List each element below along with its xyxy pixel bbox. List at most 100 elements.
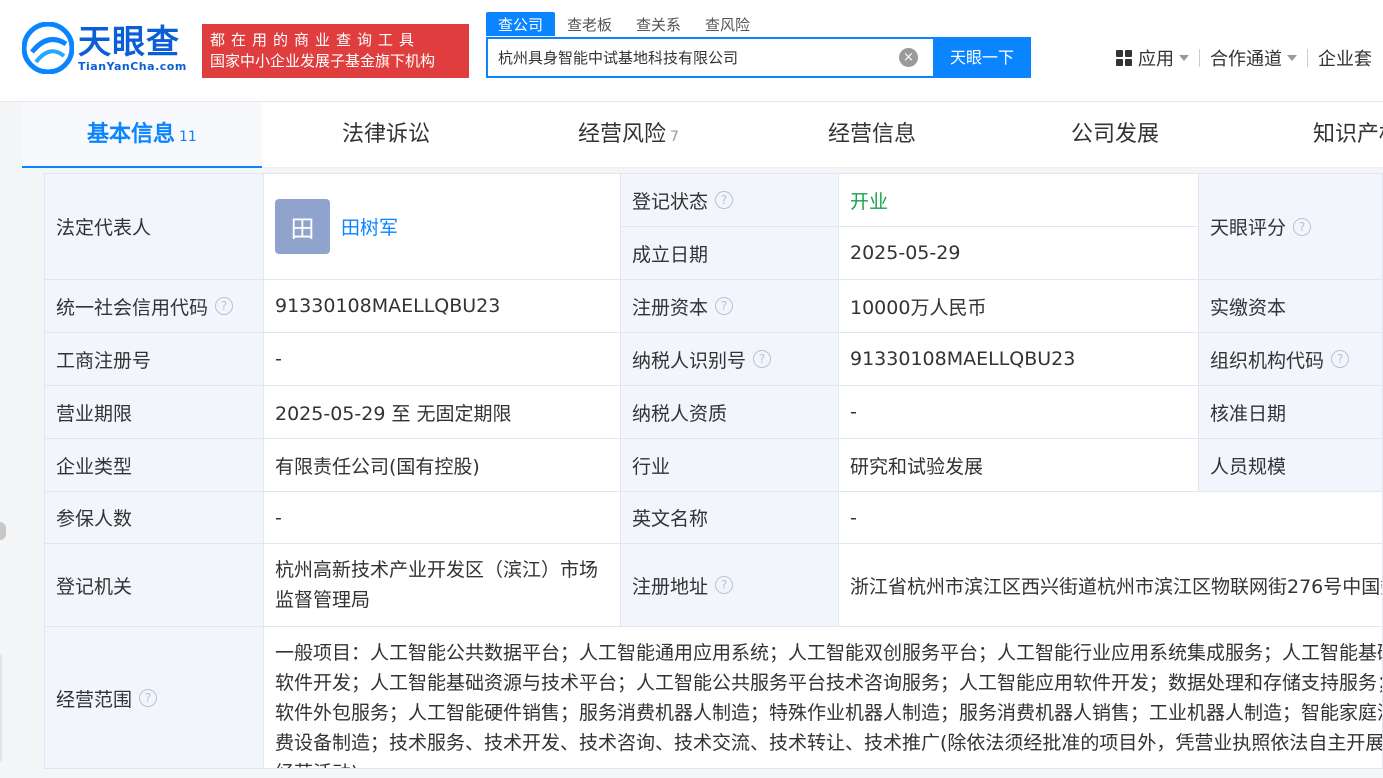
credit-code-value-text: 91330108MAELLQBU23 [275, 295, 501, 317]
taxpayer-qual-value-text: - [850, 401, 857, 423]
help-icon[interactable]: ? [139, 689, 158, 707]
tab-ip[interactable]: 知识产权 [1313, 102, 1383, 168]
reg-address-value: 浙江省杭州市滨江区西兴街道杭州市滨江区物联网街276号中国数 [839, 544, 1383, 627]
slogan-banner: 都在用的商业查询工具 国家中小企业发展子基金旗下机构 [202, 24, 469, 78]
side-scroll-handle[interactable] [0, 522, 6, 540]
org-code-label-text: 组织机构代码 [1210, 349, 1325, 372]
biz-reg-no-value-text: - [275, 348, 282, 370]
scope-label-text: 经营范围 [56, 688, 133, 711]
insured-label-text: 参保人数 [56, 508, 133, 530]
english-name-value-text: - [850, 506, 857, 529]
term-label-text: 营业期限 [56, 402, 133, 425]
tab-operation[interactable]: 经营信息 [828, 102, 916, 168]
nav-enterprise-label: 企业套 [1318, 49, 1372, 70]
top-header: 天眼查 TianYanCha.com 都在用的商业查询工具 国家中小企业发展子基… [0, 0, 1383, 102]
nav-cooperation[interactable]: 合作通道 [1210, 45, 1297, 71]
taxpayer-qual-label: 纳税人资质 [621, 386, 839, 439]
tab-risk[interactable]: 经营风险 7 [578, 102, 679, 168]
insured-value-text: - [275, 506, 282, 529]
founded-value: 2025-05-29 [839, 227, 1199, 280]
scope-value: 一般项目：人工智能公共数据平台；人工智能通用应用系统；人工智能双创服务平台；人工… [264, 627, 1383, 768]
nav-enterprise[interactable]: 企业套 [1318, 45, 1372, 71]
reg-capital-value-text: 10000万人民币 [850, 296, 987, 319]
help-icon[interactable]: ? [715, 191, 734, 209]
industry-label-text: 行业 [632, 455, 671, 478]
apps-grid-icon [1116, 50, 1132, 66]
tab-label: 经营风险 [578, 122, 667, 147]
chevron-down-icon [1287, 55, 1297, 61]
search-box: × [486, 37, 934, 78]
tab-development[interactable]: 公司发展 [1071, 102, 1159, 168]
tab-count: 11 [179, 129, 197, 145]
tab-label: 公司发展 [1071, 122, 1160, 147]
logo-chinese-text: 天眼查 [78, 21, 180, 61]
taxpayer-qual-value: - [839, 386, 1199, 439]
chevron-down-icon [1179, 55, 1189, 61]
reg-capital-label-text: 注册资本 [632, 296, 709, 319]
company-type-value-text: 有限责任公司(国有控股) [275, 455, 480, 478]
reg-authority-value-text: 杭州高新技术产业开发区（滨江）市场监督管理局 [275, 559, 599, 611]
help-icon[interactable]: ? [215, 297, 234, 315]
slogan-line-1: 都在用的商业查询工具 [210, 31, 421, 49]
founded-value-text: 2025-05-29 [850, 242, 961, 264]
staff-size-label: 人员规模 [1199, 439, 1382, 492]
biz-reg-no-value: - [264, 333, 621, 386]
english-name-value: - [839, 492, 1382, 544]
company-type-label-text: 企业类型 [56, 455, 133, 478]
company-type-value: 有限责任公司(国有控股) [264, 439, 621, 492]
tab-count: 7 [670, 129, 679, 145]
legal-rep-label-text: 法定代表人 [56, 217, 152, 239]
nav-divider [1307, 49, 1308, 67]
legal-rep-label: 法定代表人 [45, 174, 264, 280]
term-label: 营业期限 [45, 386, 264, 439]
paid-capital-label: 实缴资本 [1199, 280, 1382, 333]
search-tab-risk[interactable]: 查风险 [693, 12, 762, 36]
help-icon[interactable]: ? [715, 297, 734, 315]
side-panel-edge [0, 655, 2, 761]
credit-code-label-text: 统一社会信用代码 [56, 296, 209, 319]
taxpayer-id-value: 91330108MAELLQBU23 [839, 333, 1199, 386]
legal-rep-value: 田 田树军 [264, 174, 621, 280]
reg-address-label: 注册地址? [621, 544, 839, 627]
top-nav: 应用 合作通道 企业套 [1116, 45, 1372, 71]
status-badge: 开业 [850, 190, 889, 213]
company-type-label: 企业类型 [45, 439, 264, 492]
help-icon[interactable]: ? [753, 350, 772, 368]
tab-legal[interactable]: 法律诉讼 [342, 102, 430, 168]
tab-label: 法律诉讼 [342, 122, 431, 147]
scope-value-text: 一般项目：人工智能公共数据平台；人工智能通用应用系统；人工智能双创服务平台；人工… [275, 642, 1383, 768]
search-button[interactable]: 天眼一下 [933, 37, 1031, 78]
reg-address-label-text: 注册地址 [632, 575, 709, 598]
reg-status-value: 开业 [839, 174, 1199, 227]
industry-value: 研究和试验发展 [839, 439, 1199, 492]
rating-label: 天眼评分? [1199, 174, 1382, 280]
credit-code-label: 统一社会信用代码? [45, 280, 264, 333]
search-tab-boss[interactable]: 查老板 [555, 12, 624, 36]
reg-status-label-text: 登记状态 [632, 190, 709, 213]
search-tab-relation[interactable]: 查关系 [624, 12, 693, 36]
staff-size-label-text: 人员规模 [1210, 455, 1287, 478]
taxpayer-id-label: 纳税人识别号? [621, 333, 839, 386]
insured-value: - [264, 492, 621, 544]
term-value-text: 2025-05-29 至 无固定期限 [275, 402, 512, 425]
nav-apps[interactable]: 应用 [1116, 45, 1189, 71]
biz-reg-no-label: 工商注册号 [45, 333, 264, 386]
logo[interactable]: 天眼查 TianYanCha.com [22, 22, 187, 74]
english-name-label-text: 英文名称 [632, 508, 709, 530]
legal-rep-name-link[interactable]: 田树军 [341, 213, 398, 240]
basic-info-table: 法定代表人 田 田树军 登记状态? 开业 成立日期 2025-05-29 天眼评… [44, 173, 1383, 769]
founded-label-text: 成立日期 [632, 243, 709, 266]
clear-icon[interactable]: × [899, 48, 918, 67]
help-icon[interactable]: ? [715, 576, 734, 594]
reg-authority-value: 杭州高新技术产业开发区（滨江）市场监督管理局 [264, 544, 621, 627]
tab-basic-info[interactable]: 基本信息 11 [22, 102, 262, 168]
help-icon[interactable]: ? [1293, 217, 1312, 236]
search-tab-company[interactable]: 查公司 [486, 12, 556, 36]
help-icon[interactable]: ? [1331, 350, 1350, 368]
approval-date-label-text: 核准日期 [1210, 402, 1287, 425]
reg-address-value-text: 浙江省杭州市滨江区西兴街道杭州市滨江区物联网街276号中国数 [850, 575, 1383, 598]
search-input[interactable] [498, 48, 878, 66]
section-tabbar: 基本信息11 法律诉讼 经营风险7 经营信息 公司发展 知识产权 [22, 102, 1383, 168]
avatar[interactable]: 田 [275, 199, 330, 254]
biz-reg-no-label-text: 工商注册号 [56, 349, 152, 372]
